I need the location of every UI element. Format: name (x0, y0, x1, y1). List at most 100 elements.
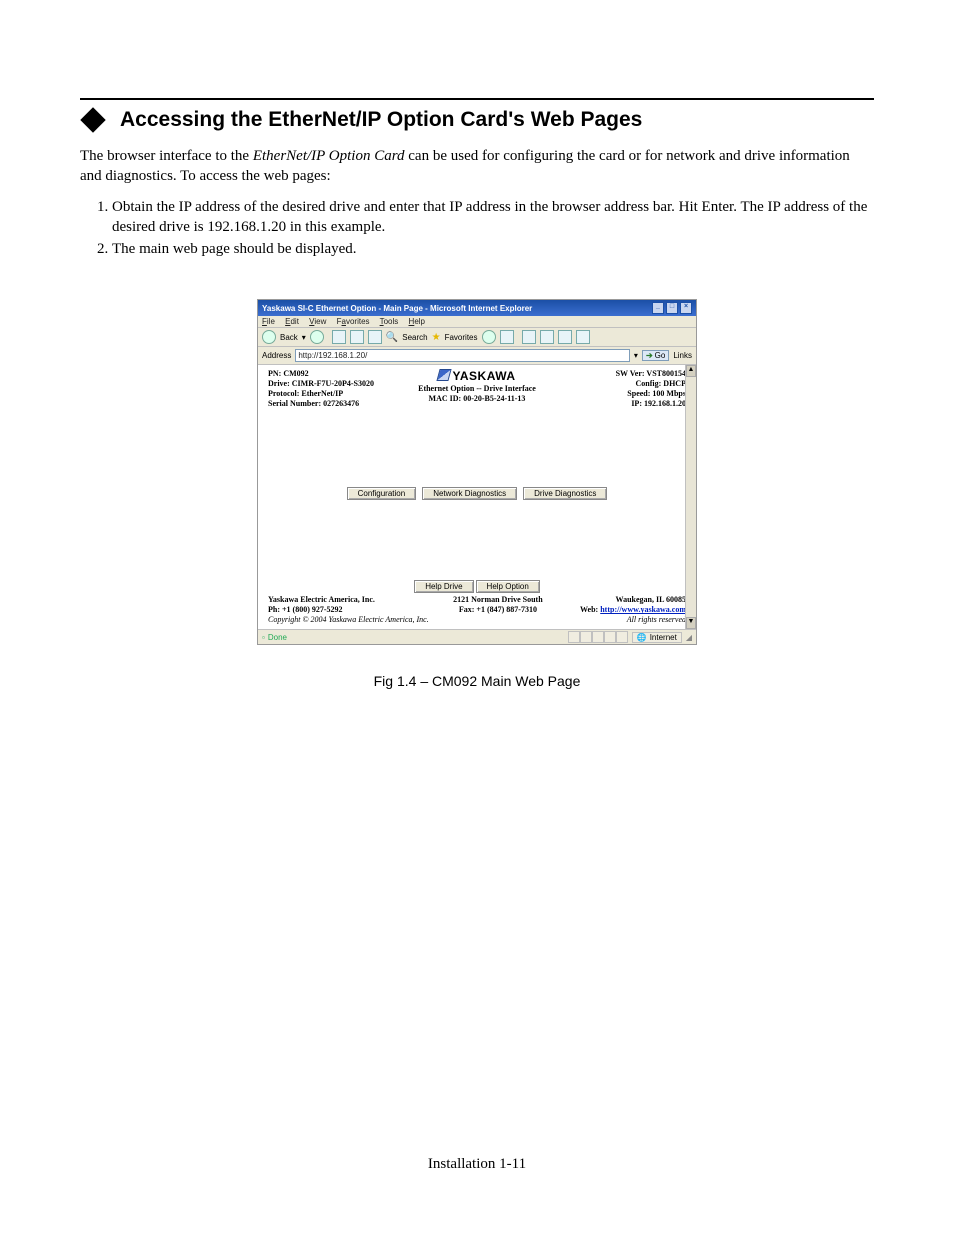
dropdown-icon[interactable]: ▾ (302, 333, 306, 342)
subtitle1: Ethernet Option -- Drive Interface (406, 384, 548, 394)
status-cell (592, 631, 604, 643)
menu-bar: File Edit View Favorites Tools Help (258, 316, 696, 328)
go-label: Go (655, 351, 666, 360)
done-label: Done (268, 633, 287, 642)
window-buttons: _ □ × (652, 302, 692, 314)
history-icon[interactable] (500, 330, 514, 344)
browser-window: Yaskawa SI-C Ethernet Option - Main Page… (257, 299, 697, 645)
maximize-button[interactable]: □ (666, 302, 678, 314)
intro-paragraph: The browser interface to the EtherNet/IP… (80, 146, 874, 187)
logo-mark-icon (437, 369, 452, 381)
brand: YASKAWA (452, 369, 515, 383)
footer-center: 2121 Norman Drive South Fax: +1 (847) 88… (435, 595, 560, 615)
address-input[interactable]: http://192.168.1.20/ (295, 349, 630, 362)
city: Waukegan, IL 60085 (561, 595, 686, 605)
address-label: Address (262, 351, 291, 360)
zone-label: Internet (650, 633, 677, 642)
page-footer-row: Yaskawa Electric America, Inc. Ph: +1 (8… (268, 595, 686, 625)
back-icon[interactable] (262, 330, 276, 344)
search-label[interactable]: Search (402, 333, 427, 342)
step-1: Obtain the IP address of the desired dri… (112, 197, 874, 238)
minimize-button[interactable]: _ (652, 302, 664, 314)
refresh-icon[interactable] (350, 330, 364, 344)
info-right: SW Ver: VST800154 Config: DHCP Speed: 10… (548, 369, 686, 409)
scroll-down-icon[interactable]: ▼ (686, 617, 696, 629)
step-2: The main web page should be displayed. (112, 239, 874, 259)
sw-ver: SW Ver: VST800154 (548, 369, 686, 379)
home-icon[interactable] (368, 330, 382, 344)
globe-icon: 🌐 (637, 633, 647, 642)
print-icon[interactable] (540, 330, 554, 344)
rule (80, 98, 874, 100)
diamond-bullet-icon (80, 107, 105, 132)
web-label: Web: (580, 605, 600, 614)
menu-file[interactable]: File (262, 317, 275, 326)
web-link[interactable]: http://www.yaskawa.com (600, 605, 686, 614)
reserved: All rights reserved (561, 615, 686, 625)
window-title: Yaskawa SI-C Ethernet Option - Main Page… (262, 304, 532, 313)
menu-edit[interactable]: Edit (285, 317, 299, 326)
discuss-icon[interactable] (576, 330, 590, 344)
edit-icon[interactable] (558, 330, 572, 344)
company: Yaskawa Electric America, Inc. (268, 595, 435, 605)
drive-diagnostics-button[interactable]: Drive Diagnostics (523, 487, 607, 500)
page-content: PN: CM092 Drive: CIMR-F7U-20P4-S3020 Pro… (258, 365, 696, 629)
links-label[interactable]: Links (673, 351, 692, 360)
help-buttons: Help Drive Help Option (268, 580, 686, 593)
menu-tools[interactable]: Tools (380, 317, 399, 326)
title-bar: Yaskawa SI-C Ethernet Option - Main Page… (258, 300, 696, 316)
media-icon[interactable] (482, 330, 496, 344)
done-icon: ▫ (262, 633, 265, 642)
speed: Speed: 100 Mbps (548, 389, 686, 399)
close-button[interactable]: × (680, 302, 692, 314)
addr1: 2121 Norman Drive South (435, 595, 560, 605)
steps-list: Obtain the IP address of the desired dri… (80, 197, 874, 260)
mail-icon[interactable] (522, 330, 536, 344)
help-drive-button[interactable]: Help Drive (414, 580, 473, 593)
ip: IP: 192.168.1.20 (548, 399, 686, 409)
favorites-icon[interactable]: ★ (432, 332, 441, 343)
drive-model: Drive: CIMR-F7U-20P4-S3020 (268, 379, 406, 389)
go-arrow-icon: ➔ (646, 351, 653, 360)
forward-icon[interactable] (310, 330, 324, 344)
info-left: PN: CM092 Drive: CIMR-F7U-20P4-S3020 Pro… (268, 369, 406, 409)
status-cell (604, 631, 616, 643)
status-cell (616, 631, 628, 643)
address-dropdown-icon[interactable]: ▾ (634, 351, 638, 360)
configuration-button[interactable]: Configuration (347, 487, 417, 500)
yaskawa-logo: YASKAWA (406, 369, 548, 384)
main-buttons: Configuration Network Diagnostics Drive … (268, 487, 686, 500)
mac-id: MAC ID: 00-20-B5-24-11-13 (406, 394, 548, 404)
phone: Ph: +1 (800) 927-5292 (268, 605, 435, 615)
menu-favorites[interactable]: Favorites (337, 317, 370, 326)
help-option-button[interactable]: Help Option (476, 580, 540, 593)
favorites-label[interactable]: Favorites (445, 333, 478, 342)
page-number: Installation 1-11 (0, 1156, 954, 1173)
menu-help[interactable]: Help (409, 317, 425, 326)
status-cell (568, 631, 580, 643)
resize-grip-icon[interactable]: ◢ (686, 633, 692, 642)
info-center: YASKAWA Ethernet Option -- Drive Interfa… (406, 369, 548, 404)
search-icon[interactable]: 🔍 (386, 332, 398, 343)
status-done: ▫Done (262, 633, 287, 642)
scroll-up-icon[interactable]: ▲ (686, 365, 696, 377)
tool-bar: Back ▾ 🔍 Search ★ Favorites (258, 328, 696, 347)
back-label[interactable]: Back (280, 333, 298, 342)
address-bar: Address http://192.168.1.20/ ▾ ➔Go Links (258, 347, 696, 365)
go-button[interactable]: ➔Go (642, 350, 669, 361)
status-bar: ▫Done 🌐 Internet ◢ (258, 629, 696, 644)
scrollbar[interactable]: ▲ ▼ (685, 365, 696, 629)
status-cells (568, 631, 628, 643)
intro-pre: The browser interface to the (80, 148, 253, 164)
stop-icon[interactable] (332, 330, 346, 344)
section-header: Accessing the EtherNet/IP Option Card's … (80, 108, 874, 132)
copyright: Copyright © 2004 Yaskawa Electric Americ… (268, 615, 435, 625)
config: Config: DHCP (548, 379, 686, 389)
menu-view[interactable]: View (309, 317, 326, 326)
serial: Serial Number: 027263476 (268, 399, 406, 409)
status-cell (580, 631, 592, 643)
footer-right: Waukegan, IL 60085 Web: http://www.yaska… (561, 595, 686, 625)
protocol: Protocol: EtherNet/IP (268, 389, 406, 399)
addr2: Fax: +1 (847) 887-7310 (435, 605, 560, 615)
network-diagnostics-button[interactable]: Network Diagnostics (422, 487, 517, 500)
